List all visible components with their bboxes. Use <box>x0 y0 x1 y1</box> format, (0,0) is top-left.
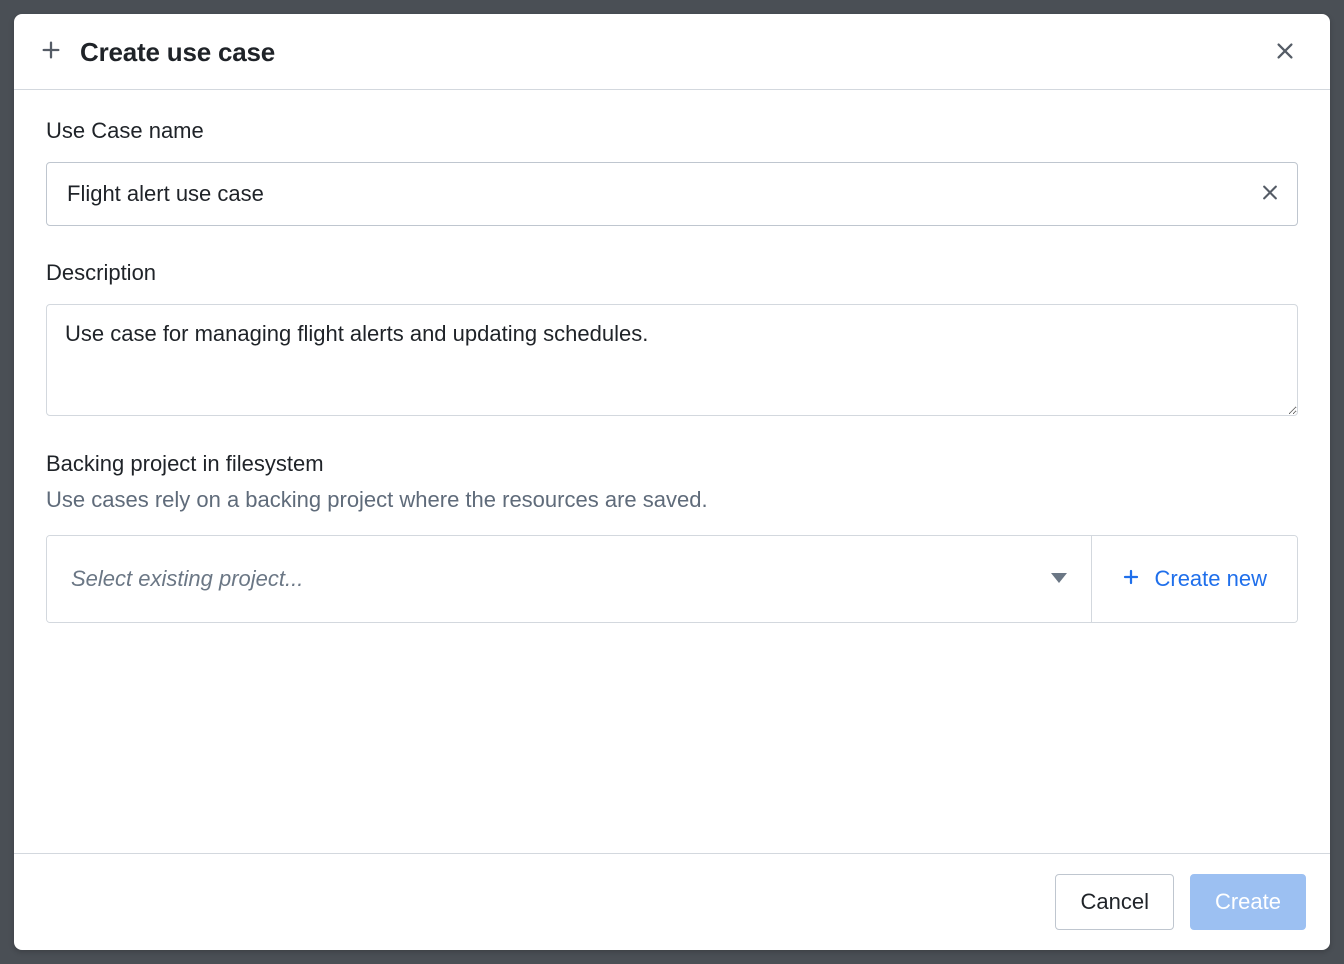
use-case-name-input[interactable] <box>46 162 1298 226</box>
use-case-name-label: Use Case name <box>46 118 1298 144</box>
backing-project-sublabel: Use cases rely on a backing project wher… <box>46 487 1298 513</box>
close-button[interactable] <box>1268 34 1302 71</box>
modal-header: Create use case <box>14 14 1330 90</box>
project-select-placeholder: Select existing project... <box>71 566 303 592</box>
description-input[interactable] <box>46 304 1298 416</box>
create-new-label: Create new <box>1154 566 1267 592</box>
close-icon <box>1274 40 1296 65</box>
modal-title-wrap: Create use case <box>40 37 275 68</box>
modal-footer: Cancel Create <box>14 853 1330 950</box>
create-use-case-modal: Create use case Use Case name <box>14 14 1330 950</box>
plus-icon <box>1122 566 1140 592</box>
modal-title: Create use case <box>80 37 275 68</box>
description-label: Description <box>46 260 1298 286</box>
chevron-down-icon <box>1051 570 1067 588</box>
clear-name-button[interactable] <box>1254 177 1286 212</box>
backing-project-row: Select existing project... Create new <box>46 535 1298 623</box>
create-button[interactable]: Create <box>1190 874 1306 930</box>
use-case-name-wrap <box>46 162 1298 226</box>
create-new-project-button[interactable]: Create new <box>1091 536 1297 622</box>
clear-icon <box>1260 183 1280 206</box>
backing-project-label: Backing project in filesystem <box>46 451 1298 477</box>
project-select[interactable]: Select existing project... <box>47 536 1091 622</box>
modal-body: Use Case name Description Backing projec… <box>14 90 1330 853</box>
plus-icon <box>40 39 62 66</box>
cancel-button[interactable]: Cancel <box>1055 874 1173 930</box>
